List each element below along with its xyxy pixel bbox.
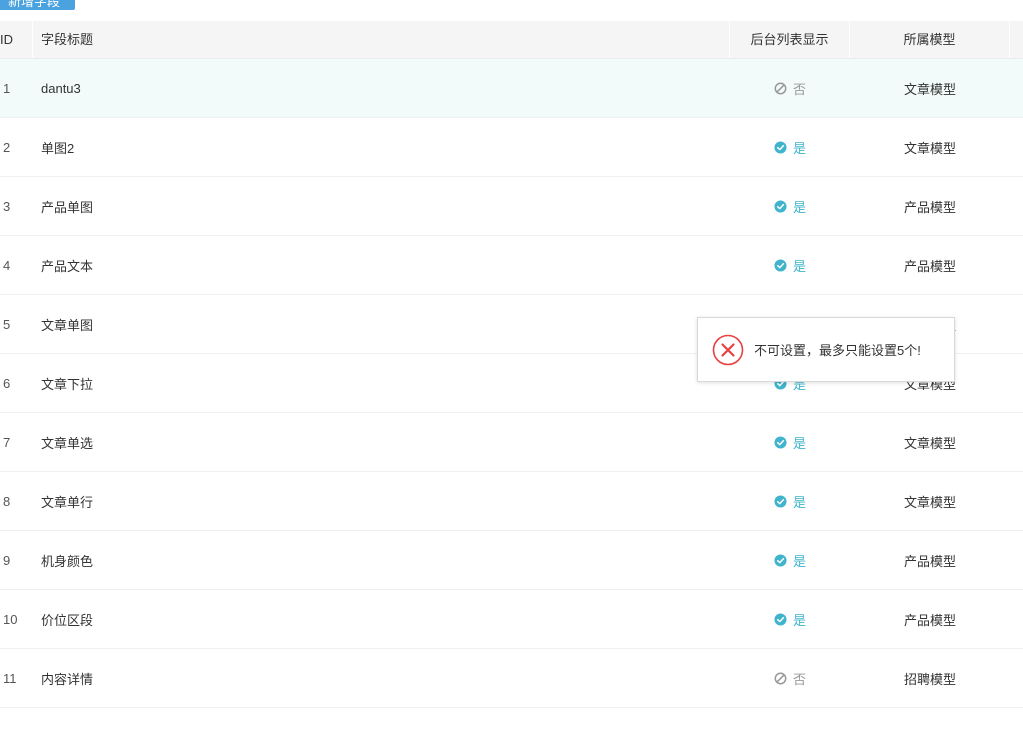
cell-title: 文章单行 xyxy=(41,494,94,510)
cell-model: 产品模型 xyxy=(903,258,956,274)
cell-title: 内容详情 xyxy=(41,671,94,687)
cell-show: 是 xyxy=(730,551,850,570)
show-toggle-yes[interactable]: 是 xyxy=(774,492,806,511)
cell-model: 文章模型 xyxy=(903,494,956,510)
cell-model: 文章模型 xyxy=(903,140,956,156)
cell-title: 产品单图 xyxy=(41,199,94,215)
check-circle-icon xyxy=(774,553,787,567)
cell-show: 是 xyxy=(730,610,850,629)
ban-icon xyxy=(774,672,787,684)
cell-model: 招聘模型 xyxy=(903,671,956,687)
ban-icon xyxy=(774,82,787,94)
check-circle-icon xyxy=(774,435,787,449)
error-toast: 不可设置，最多只能设置5个! xyxy=(697,317,955,382)
cell-title: dantu3 xyxy=(41,80,81,96)
show-toggle-yes[interactable]: 是 xyxy=(774,610,806,629)
show-label: 是 xyxy=(792,140,806,156)
header-title: 字段标题 xyxy=(33,21,730,58)
show-label: 是 xyxy=(792,199,806,215)
show-toggle-yes[interactable]: 是 xyxy=(774,138,806,157)
cell-model: 文章模型 xyxy=(903,81,956,97)
table-row[interactable]: 8 文章单行 是 文章模型 xyxy=(0,472,1023,531)
table-row[interactable]: 10 价位区段 是 产品模型 xyxy=(0,590,1023,649)
check-circle-icon xyxy=(774,140,787,154)
cell-title: 文章下拉 xyxy=(41,376,94,392)
cell-show: 是 xyxy=(730,138,850,157)
show-toggle-no[interactable]: 否 xyxy=(774,669,806,688)
cell-id: 5 xyxy=(3,316,11,332)
cell-id: 10 xyxy=(3,611,18,627)
cell-id: 8 xyxy=(3,493,11,509)
cell-show: 是 xyxy=(730,256,850,275)
cell-show: 是 xyxy=(730,433,850,452)
show-toggle-yes[interactable]: 是 xyxy=(774,256,806,275)
cell-show: 是 xyxy=(730,197,850,216)
cell-title: 价位区段 xyxy=(41,612,94,628)
table-body: 1 dantu3 否文章模型 2 单图2 是文章模型 3 产品单图是产品模型 4 产品文本是产品模… xyxy=(0,59,1023,708)
cell-model: 文章模型 xyxy=(903,435,956,451)
show-toggle-yes[interactable]: 是 xyxy=(774,197,806,216)
check-circle-icon xyxy=(774,494,787,508)
show-label: 否 xyxy=(792,671,806,687)
header-model: 所属模型 xyxy=(850,21,1010,58)
show-toggle-no[interactable]: 否 xyxy=(774,79,806,98)
header-extra xyxy=(1010,21,1023,58)
cell-id: 3 xyxy=(3,198,11,214)
cell-id: 1 xyxy=(3,80,11,96)
cell-model: 产品模型 xyxy=(903,199,956,215)
cell-title: 单图2 xyxy=(41,140,75,156)
cell-model: 产品模型 xyxy=(903,612,956,628)
check-circle-icon xyxy=(774,612,787,626)
table-row[interactable]: 2 单图2 是 文章模型 xyxy=(0,118,1023,177)
cell-show: 否 xyxy=(730,669,850,688)
table-row[interactable]: 1 dantu3 否 文章模型 xyxy=(0,59,1023,118)
toast-message: 不可设置，最多只能设置5个! xyxy=(754,343,921,358)
cell-title: 文章单图 xyxy=(41,317,94,333)
check-circle-icon xyxy=(774,199,787,213)
check-circle-icon xyxy=(774,258,787,272)
table-header: ID 字段标题 后台列表显示 所属模型 xyxy=(0,21,1023,59)
show-label: 是 xyxy=(792,553,806,569)
table-row[interactable]: 11 内容详情 否 招聘模型 xyxy=(0,649,1023,708)
header-id: ID xyxy=(0,21,33,58)
cell-id: 6 xyxy=(3,375,11,391)
cell-title: 产品文本 xyxy=(41,258,94,274)
table-row[interactable]: 3 产品单图 是 产品模型 xyxy=(0,177,1023,236)
show-label: 是 xyxy=(792,494,806,510)
cell-title: 机身颜色 xyxy=(41,553,94,569)
cell-model: 产品模型 xyxy=(903,553,956,569)
show-label: 是 xyxy=(792,258,806,274)
header-show: 后台列表显示 xyxy=(730,21,850,58)
show-label: 否 xyxy=(792,81,806,97)
cell-id: 11 xyxy=(3,670,17,686)
show-label: 是 xyxy=(792,612,806,628)
table-row[interactable]: 9 机身颜色 是 产品模型 xyxy=(0,531,1023,590)
table-row[interactable]: 7 文章单选 是 文章模型 xyxy=(0,413,1023,472)
cell-id: 9 xyxy=(3,552,11,568)
table-row[interactable]: 4 产品文本 是 产品模型 xyxy=(0,236,1023,295)
cell-show: 否 xyxy=(730,79,850,98)
show-toggle-yes[interactable]: 是 xyxy=(774,433,806,452)
cell-id: 4 xyxy=(3,257,11,273)
show-label: 是 xyxy=(792,435,806,451)
add-field-button[interactable]: 新增字段 xyxy=(0,0,75,10)
cell-title: 文章单选 xyxy=(41,435,94,451)
error-icon xyxy=(712,334,744,365)
show-toggle-yes[interactable]: 是 xyxy=(774,551,806,570)
cell-id: 2 xyxy=(3,139,11,155)
cell-show: 是 xyxy=(730,492,850,511)
cell-id: 7 xyxy=(3,434,11,450)
